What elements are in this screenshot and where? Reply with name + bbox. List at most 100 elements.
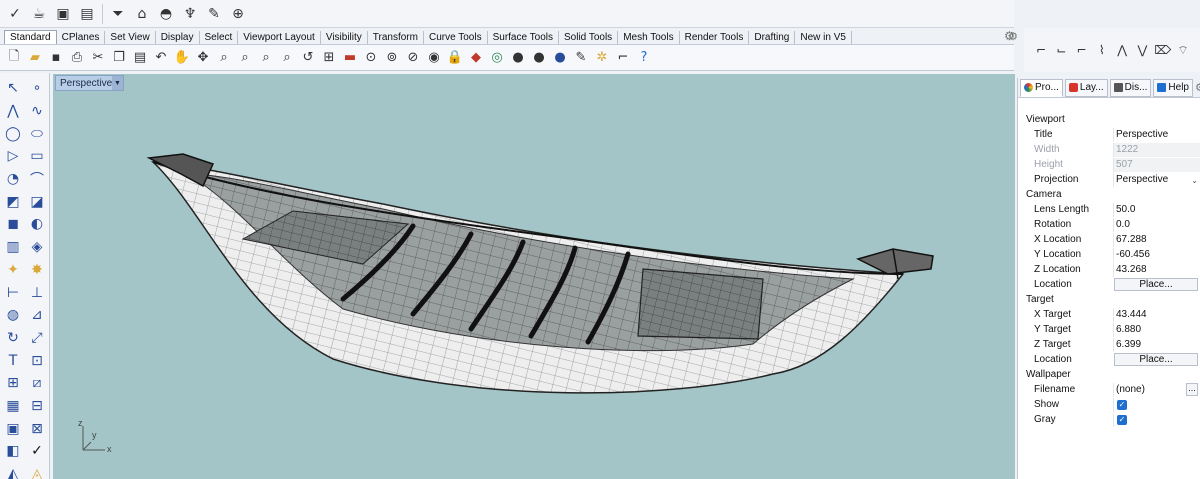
tab-select[interactable]: Select (200, 31, 239, 44)
open-folder-icon[interactable]: ▰ (25, 47, 45, 69)
tab-viewport-layout[interactable]: Viewport Layout (238, 31, 321, 44)
help-icon[interactable]: ? (634, 47, 654, 69)
circle-icon[interactable]: ◯ (1, 122, 25, 145)
tab-render-tools[interactable]: Render Tools (680, 31, 750, 44)
check-circle-icon[interactable]: ✓ (4, 3, 26, 25)
camera-place-button[interactable]: Place... (1114, 278, 1198, 291)
rotate-view-icon[interactable]: ✥ (193, 47, 213, 69)
grass-icon[interactable]: ♆ (179, 3, 201, 25)
split-icon[interactable]: ⊥ (25, 281, 49, 304)
undo-view-icon[interactable]: ↺ (298, 47, 318, 69)
lamp-icon[interactable]: ⌂ (131, 3, 153, 25)
select-lock-icon[interactable]: ⊙ (361, 47, 381, 69)
title-field[interactable]: Perspective (1113, 127, 1200, 142)
boolean-icon[interactable]: ✦ (1, 259, 25, 282)
rotation-field[interactable]: 0.0 (1113, 217, 1200, 232)
polygon-icon[interactable]: ▷ (1, 145, 25, 168)
array-icon[interactable]: ⊞ (1, 372, 25, 395)
block-icon[interactable]: ◧ (1, 440, 25, 463)
lock-icon[interactable]: 🔒 (445, 47, 465, 69)
tab-drafting[interactable]: Drafting (749, 31, 796, 44)
offset-icon[interactable]: ⊿ (25, 304, 49, 327)
text-icon[interactable]: T (1, 349, 25, 372)
perspective-viewport[interactable]: Perspective ▼ z y x (53, 74, 1015, 479)
check-icon[interactable]: ✓ (25, 440, 49, 463)
arc-icon[interactable]: ◔ (1, 168, 25, 191)
light-bulb-icon[interactable]: ◉ (424, 47, 444, 69)
x-location-field[interactable]: 67.288 (1113, 232, 1200, 247)
plane-icon[interactable]: ◈ (25, 236, 49, 259)
boat-model[interactable] (53, 74, 1015, 479)
tab-display[interactable]: Display (156, 31, 200, 44)
gear-icon[interactable]: ⚙ (1004, 29, 1015, 43)
box-icon[interactable]: ◼ (1, 213, 25, 236)
target-place-button[interactable]: Place... (1114, 353, 1198, 366)
edit-icon[interactable]: ✎ (203, 3, 225, 25)
explode-icon[interactable]: ✸ (25, 259, 49, 282)
four-views-icon[interactable]: ⊞ (319, 47, 339, 69)
fillet-icon[interactable]: ◍ (1, 304, 25, 327)
toggle-icon[interactable]: ⊘ (403, 47, 423, 69)
tab-layers[interactable]: Lay... (1064, 78, 1108, 97)
tab-visibility[interactable]: Visibility (321, 31, 368, 44)
tab-transform[interactable]: Transform (368, 31, 424, 44)
chevron-down-icon[interactable]: ⌄ (1191, 174, 1198, 188)
interpolate-curve-icon[interactable]: ⋁ (1133, 41, 1151, 59)
undo-icon[interactable]: ↶ (151, 47, 171, 69)
tab-display[interactable]: Dis... (1109, 78, 1152, 97)
layer-color-icon[interactable]: ◆ (466, 47, 486, 69)
select-filter-icon[interactable]: ⊚ (382, 47, 402, 69)
car-icon[interactable]: ◓ (155, 3, 177, 25)
chevron-down-icon[interactable]: ▼ (112, 76, 123, 90)
ungroup-icon[interactable]: ⊠ (25, 417, 49, 440)
analyze-icon[interactable]: ▦ (1, 395, 25, 418)
trim-icon[interactable]: ⊢ (1, 281, 25, 304)
curve-tools-icon[interactable]: ⌐ (613, 47, 633, 69)
cut-icon[interactable]: ✂ (88, 47, 108, 69)
polyline-segment-icon[interactable]: ⌙ (1052, 41, 1070, 59)
rectangle-icon[interactable]: ▭ (25, 145, 49, 168)
rotate-icon[interactable]: ↻ (1, 327, 25, 350)
shaded-sphere-icon[interactable]: ● (529, 47, 549, 69)
save-icon[interactable]: ▪ (46, 47, 66, 69)
zoom-window-icon[interactable]: ⌕ (235, 47, 255, 69)
paste-icon[interactable]: ▤ (130, 47, 150, 69)
freeform-icon[interactable]: ⌒ (25, 168, 49, 191)
copy-icon[interactable]: ❐ (109, 47, 129, 69)
tab-set-view[interactable]: Set View (105, 31, 156, 44)
layout-icon[interactable]: ▤ (76, 3, 98, 25)
dimension-icon[interactable]: ⊡ (25, 349, 49, 372)
line-icon[interactable]: ⌐ (1073, 41, 1091, 59)
print-icon[interactable]: ⎙ (67, 47, 87, 69)
helix-icon[interactable]: ⌔ (1174, 41, 1192, 59)
new-file-icon[interactable]: 🗋 (4, 47, 24, 69)
settings-cog-icon[interactable]: ✲ (592, 47, 612, 69)
polyline-icon[interactable]: ⌐ (1032, 41, 1050, 59)
scale-icon[interactable]: ⤢ (25, 327, 49, 350)
curve-icon[interactable]: ∿ (25, 100, 49, 123)
gear-icon[interactable]: ⚙ (1195, 81, 1200, 94)
polyline-icon[interactable]: ⋀ (1, 100, 25, 123)
grid-snap-icon[interactable]: ⊟ (25, 395, 49, 418)
paint-bucket-icon[interactable]: ◬ (25, 463, 49, 479)
render-sphere-icon[interactable]: ● (508, 47, 528, 69)
tab-properties[interactable]: Pro... (1020, 78, 1063, 97)
zoom-icon[interactable]: ⌕ (214, 47, 234, 69)
ellipse-icon[interactable]: ⬭ (25, 122, 49, 145)
select-arrow-icon[interactable]: ↖ (1, 77, 25, 100)
sketch-curve-icon[interactable]: ⌦ (1154, 41, 1172, 59)
tab-cplanes[interactable]: CPlanes (57, 31, 106, 44)
browse-button[interactable]: ... (1186, 382, 1198, 396)
x-target-field[interactable]: 43.444 (1113, 307, 1200, 322)
y-target-field[interactable]: 6.880 (1113, 322, 1200, 337)
pan-hand-icon[interactable]: ✋ (172, 47, 192, 69)
car-render-icon[interactable]: ▬ (340, 47, 360, 69)
cylinder-icon[interactable]: ▥ (1, 236, 25, 259)
group-icon[interactable]: ▣ (1, 417, 25, 440)
mesh-icon[interactable]: ◭ (1, 463, 25, 479)
tab-help[interactable]: Help (1153, 78, 1193, 97)
mirror-icon[interactable]: ⧄ (25, 372, 49, 395)
color-wheel-icon[interactable]: ◎ (487, 47, 507, 69)
control-point-curve-icon[interactable]: ⋀ (1113, 41, 1131, 59)
zoom-selected-icon[interactable]: ⌕ (277, 47, 297, 69)
